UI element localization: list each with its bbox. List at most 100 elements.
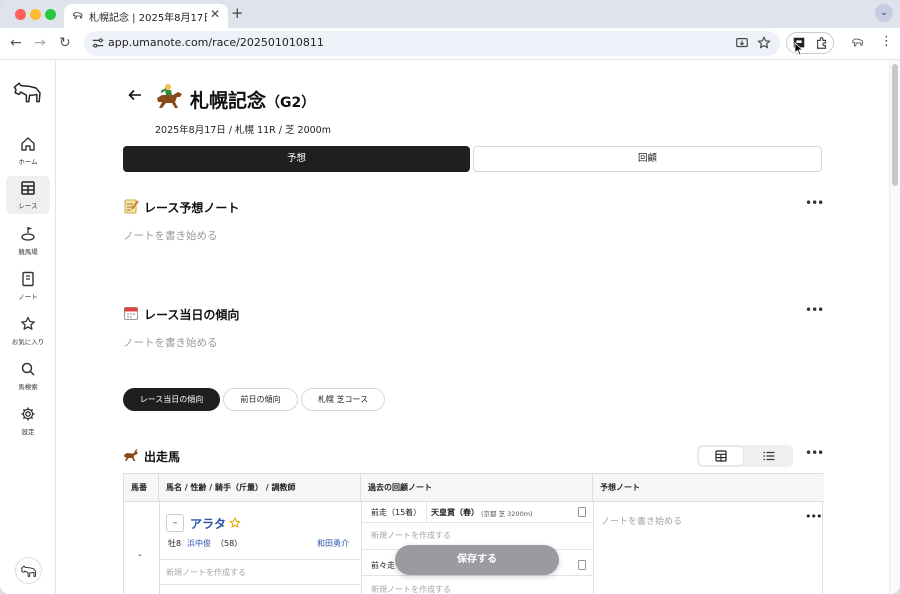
- chip-sapporo-turf-course[interactable]: 札幌 芝コース: [301, 388, 385, 411]
- gear-icon: [21, 407, 35, 421]
- sidebar-item-label: ホーム: [18, 158, 38, 166]
- sidebar-item-racecourse[interactable]: 競馬場: [6, 222, 50, 260]
- forward-button[interactable]: →: [34, 35, 46, 51]
- site-settings-icon[interactable]: [91, 36, 105, 50]
- tab-strip: 札幌記念 | 2025年8月17日 | umanote ✕ + ⌄: [0, 0, 900, 28]
- tab-review[interactable]: 回顧: [473, 146, 822, 172]
- divider: [160, 584, 361, 585]
- past-new-note-2[interactable]: 新規ノートを作成する: [371, 584, 451, 594]
- col-header-horse: 馬名 / 性齢 / 騎手（斤量） / 調教師: [159, 474, 361, 502]
- address-bar[interactable]: app.umanote.com/race/202501010811: [84, 31, 780, 56]
- trend-editor[interactable]: ノートを書き始める: [123, 335, 218, 350]
- tab-title: 札幌記念 | 2025年8月17日 | umanote: [89, 13, 207, 24]
- reload-button[interactable]: ↻: [59, 35, 71, 51]
- grid-view-button[interactable]: [699, 447, 743, 465]
- main-content: 札幌記念（G2） 2025年8月17日 / 札幌 11R / 芝 2000m 予…: [57, 60, 889, 594]
- umanote-logo-icon[interactable]: [12, 80, 44, 104]
- list-view-icon: [763, 451, 775, 461]
- divider: [159, 502, 160, 594]
- new-tab-button[interactable]: +: [231, 4, 244, 22]
- browser-window: 札幌記念 | 2025年8月17日 | umanote ✕ + ⌄ ← → ↻ …: [0, 0, 900, 594]
- sidebar-item-note[interactable]: ノート: [6, 267, 50, 305]
- mouse-cursor-icon: [794, 42, 804, 56]
- racecourse-icon: [21, 227, 35, 241]
- sidebar-item-home[interactable]: ホーム: [6, 132, 50, 170]
- chip-race-day-trend[interactable]: レース当日の傾向: [123, 388, 220, 411]
- horse-favicon-icon: [73, 12, 83, 19]
- sidebar-item-race[interactable]: レース: [6, 176, 50, 214]
- horse-new-note[interactable]: 新規ノートを作成する: [166, 567, 246, 578]
- race-grade: （G2）: [266, 95, 316, 111]
- tab-close-icon[interactable]: ✕: [210, 7, 220, 21]
- note-more-button[interactable]: •••: [805, 196, 824, 210]
- sidebar-item-label: ノート: [18, 293, 38, 301]
- star-icon: [21, 316, 35, 330]
- copy-icon[interactable]: [578, 560, 586, 570]
- tab-predict[interactable]: 予想: [123, 146, 470, 172]
- sidebar-item-favorites[interactable]: お気に入り: [6, 312, 50, 350]
- runners-table: 馬番 馬名 / 性齢 / 騎手（斤量） / 調教師 過去の回顧ノート 予想ノート…: [123, 473, 824, 594]
- back-button[interactable]: ←: [10, 35, 22, 51]
- scrollbar-thumb[interactable]: [892, 64, 898, 186]
- runners-section-title: 出走馬: [144, 450, 181, 464]
- save-button[interactable]: 保存する: [395, 545, 559, 575]
- trend-more-button[interactable]: •••: [805, 303, 824, 317]
- divider: [361, 502, 362, 594]
- mark-select-button[interactable]: –: [166, 514, 184, 532]
- sidebar-item-label: お気に入り: [11, 338, 45, 346]
- sidebar-item-horse-search[interactable]: 馬検索: [6, 357, 50, 395]
- close-window-button[interactable]: [15, 9, 26, 20]
- browser-menu-button[interactable]: ⋮: [880, 34, 893, 49]
- browser-tab[interactable]: 札幌記念 | 2025年8月17日 | umanote ✕: [64, 4, 228, 28]
- divider: [362, 575, 593, 576]
- note-editor[interactable]: ノートを書き始める: [123, 228, 218, 243]
- browser-toolbar: ← → ↻ app.umanote.com/race/202501010811 …: [0, 28, 900, 60]
- sidebar-item-settings[interactable]: 設定: [6, 402, 50, 440]
- sidebar-item-label: レース: [18, 202, 38, 210]
- grid-icon: [21, 181, 35, 195]
- prediction-more-button[interactable]: •••: [805, 510, 822, 523]
- divider: [426, 502, 427, 522]
- horse-number: -: [138, 550, 142, 561]
- page-title: 札幌記念（G2）: [190, 90, 316, 112]
- previous-race-name[interactable]: 天皇賞（春）: [431, 507, 479, 518]
- user-avatar[interactable]: [15, 557, 42, 584]
- divider: [362, 522, 593, 523]
- install-app-icon[interactable]: [735, 36, 749, 50]
- maximize-window-button[interactable]: [45, 9, 56, 20]
- chip-previous-day-trend[interactable]: 前日の傾向: [223, 388, 298, 411]
- sidebar-item-label: 馬検索: [18, 383, 38, 391]
- calendar-icon: [124, 307, 138, 320]
- extensions-puzzle-icon[interactable]: [815, 36, 829, 50]
- trainer-link[interactable]: 和田勇介: [317, 538, 349, 549]
- back-arrow-icon[interactable]: [127, 87, 143, 103]
- copy-icon[interactable]: [578, 507, 586, 517]
- profile-horse-icon[interactable]: [851, 36, 865, 50]
- favorite-star-icon[interactable]: [229, 517, 241, 529]
- home-icon: [21, 137, 35, 151]
- previous-race-detail: (京都 芝 3200m): [481, 510, 533, 518]
- prediction-note-editor[interactable]: ノートを書き始める: [601, 514, 682, 527]
- page-scrollbar[interactable]: [889, 60, 900, 594]
- memo-icon: [124, 199, 139, 214]
- minimize-window-button[interactable]: [30, 9, 41, 20]
- racehorse-jockey-icon: [157, 84, 182, 108]
- divider: [160, 559, 361, 560]
- divider: [593, 502, 594, 594]
- url-text: app.umanote.com/race/202501010811: [108, 36, 324, 49]
- jockey-weight: （58）: [216, 539, 243, 548]
- note-section-title: レース予想ノート: [144, 201, 240, 215]
- horse-name-link[interactable]: アラタ: [190, 515, 226, 532]
- past-new-note-1[interactable]: 新規ノートを作成する: [371, 530, 451, 541]
- list-view-button[interactable]: [747, 447, 791, 465]
- jockey-link[interactable]: 浜中俊: [187, 538, 211, 549]
- runners-more-button[interactable]: •••: [805, 446, 824, 460]
- notebook-icon: [22, 271, 34, 287]
- view-toggle: [697, 445, 793, 467]
- bookmark-star-icon[interactable]: [757, 36, 771, 50]
- previous-race-label: 前走（15着）: [371, 508, 422, 517]
- col-header-prediction-notes: 予想ノート: [593, 474, 824, 502]
- tab-search-button[interactable]: ⌄: [875, 4, 893, 22]
- trend-section-title: レース当日の傾向: [144, 308, 240, 322]
- horse-emoji-icon: [124, 449, 138, 461]
